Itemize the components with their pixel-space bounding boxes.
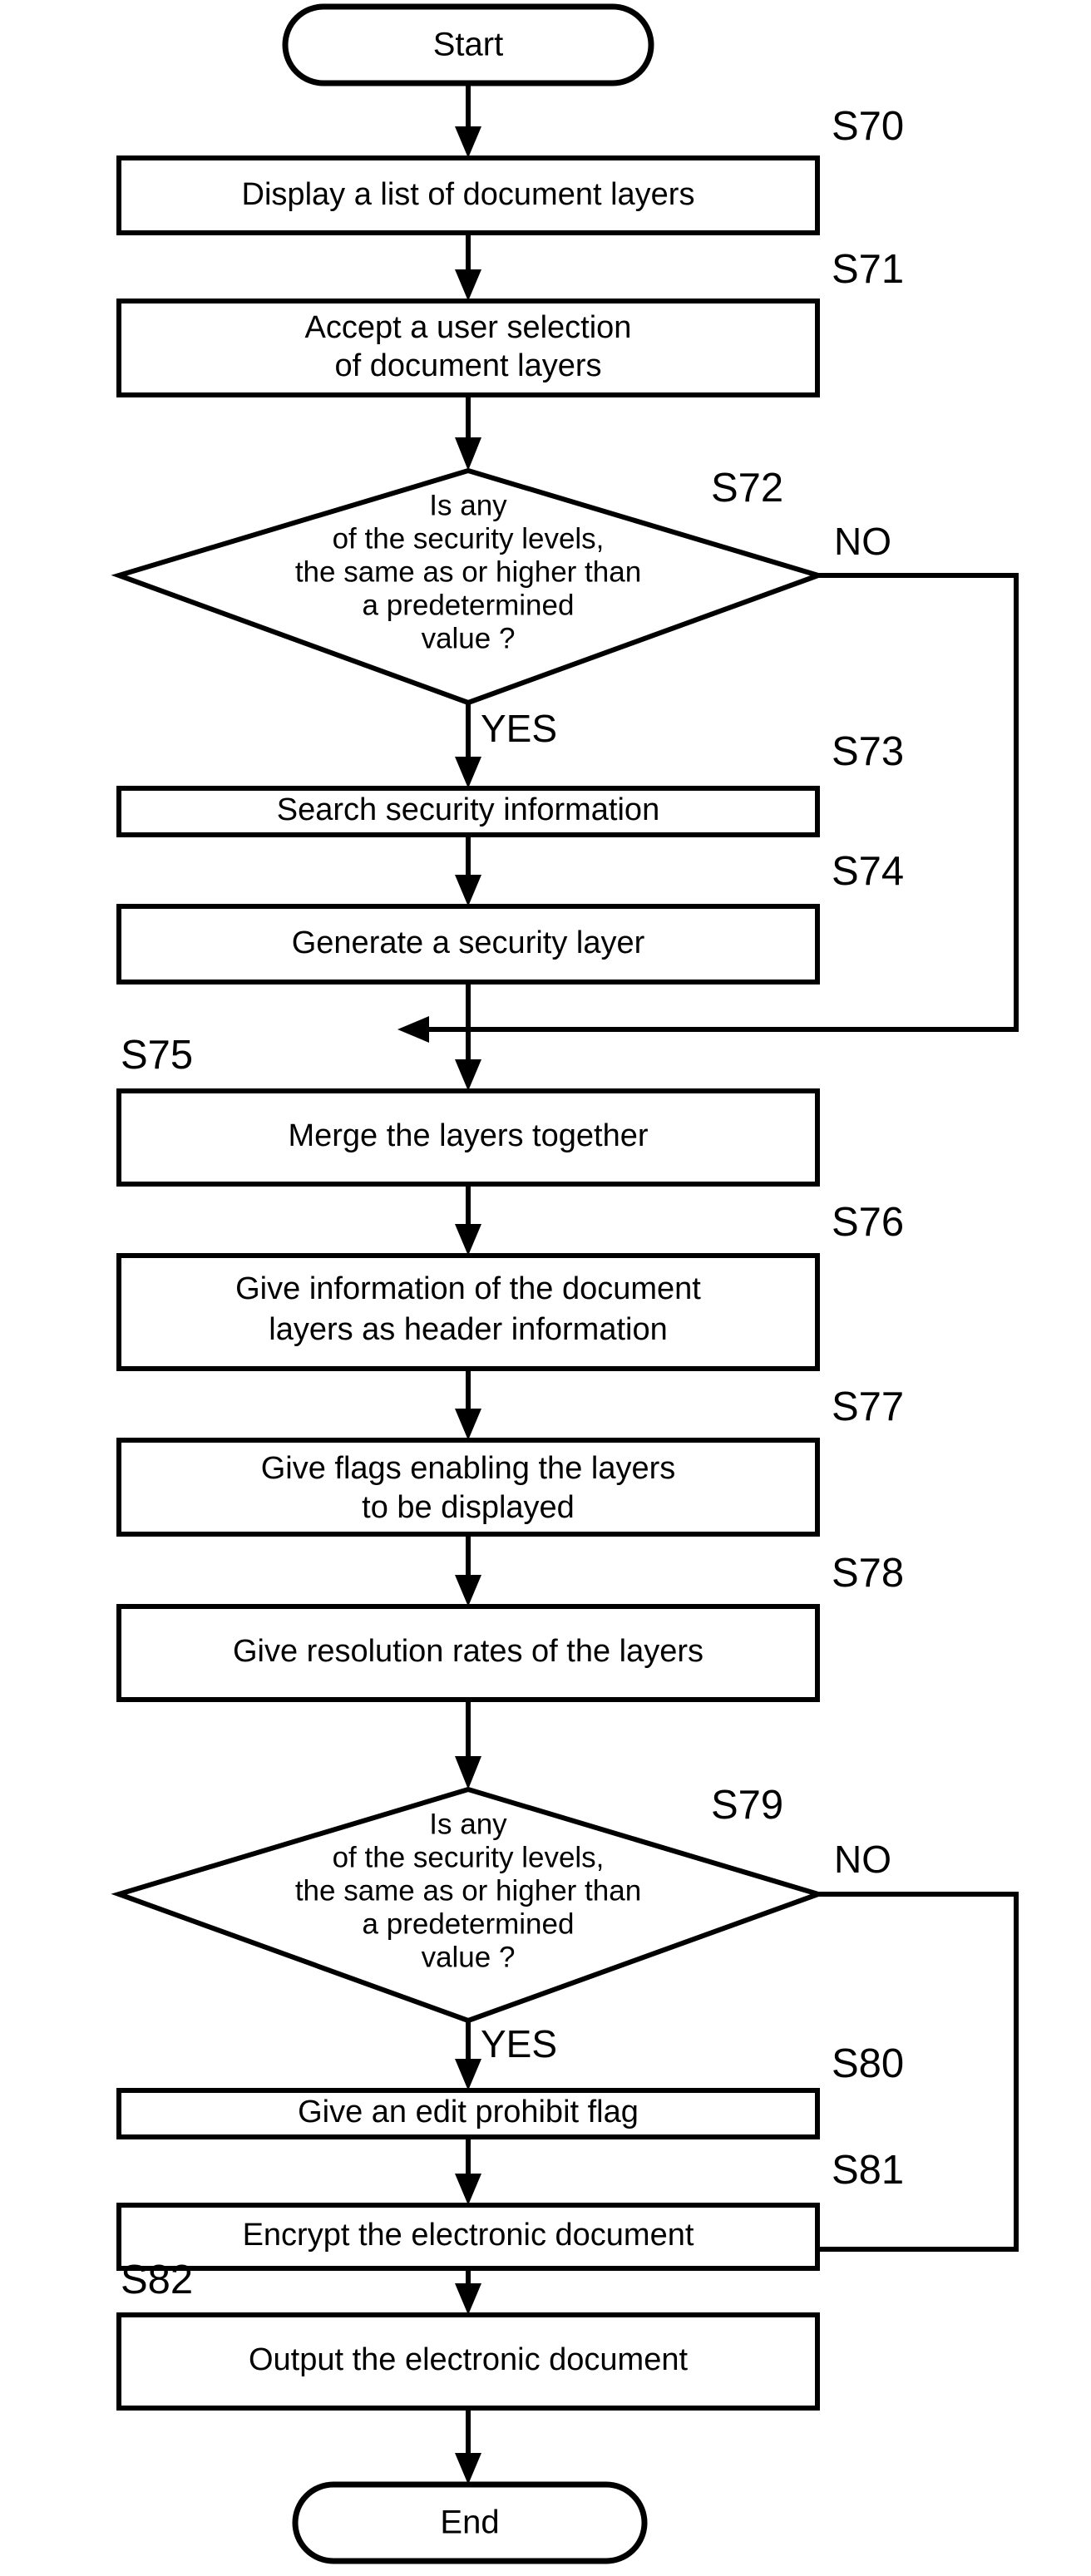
step-label-s74: S74 — [832, 849, 904, 894]
node-s76[interactable]: Give information of the document layers … — [116, 1253, 820, 1371]
s81-text-line-1: Encrypt the electronic document — [243, 2218, 694, 2253]
s70-text-line-1: Display a list of document layers — [242, 177, 695, 212]
step-label-s70: S70 — [832, 104, 904, 149]
arrowhead-s80-to-s81 — [455, 2174, 481, 2205]
s77-text-line-1: Give flags enabling the layers — [261, 1451, 676, 1486]
node-s77[interactable]: Give flags enabling the layers to be dis… — [116, 1438, 820, 1537]
step-label-s79: S79 — [711, 1783, 783, 1828]
node-s70[interactable]: Display a list of document layers — [116, 155, 820, 235]
node-end[interactable]: End — [292, 2481, 648, 2564]
node-s73[interactable]: Search security information — [116, 786, 820, 837]
node-start[interactable]: Start — [282, 3, 654, 86]
end-terminal-label: End — [440, 2504, 499, 2541]
step-label-s75: S75 — [121, 1033, 193, 1078]
s72-text-line-2: of the security levels, — [333, 522, 605, 555]
start-terminal-label: Start — [433, 27, 503, 63]
branch-label-no-s79: NO — [834, 1838, 891, 1881]
s74-text-line-1: Generate a security layer — [292, 925, 645, 960]
s79-text-line-3: the same as or higher than — [295, 1874, 641, 1907]
node-s75[interactable]: Merge the layers together — [116, 1088, 820, 1187]
arrowhead-s70-to-s71 — [455, 269, 481, 301]
s72-text-line-5: value ? — [422, 622, 516, 654]
step-label-s80: S80 — [832, 2041, 904, 2086]
arrowhead-s81-to-s82 — [455, 2283, 481, 2315]
s82-text-line-1: Output the electronic document — [249, 2342, 689, 2377]
s79-text-line-2: of the security levels, — [333, 1841, 605, 1873]
arrowhead-s74-to-s75 — [455, 1059, 481, 1091]
s77-text-line-2: to be displayed — [362, 1490, 575, 1525]
step-label-s78: S78 — [832, 1551, 904, 1596]
s80-text-line-1: Give an edit prohibit flag — [298, 2095, 639, 2129]
node-s80[interactable]: Give an edit prohibit flag — [116, 2088, 820, 2139]
s71-text-line-2: of document layers — [334, 348, 601, 383]
s79-text-line-4: a predetermined — [363, 1907, 575, 1940]
node-s81[interactable]: Encrypt the electronic document — [116, 2203, 820, 2271]
arrowhead-s76-to-s77 — [455, 1409, 481, 1440]
arrowhead-s82-to-end — [455, 2453, 481, 2485]
s72-text-line-1: Is any — [429, 489, 507, 521]
step-label-s72: S72 — [711, 466, 783, 511]
arrowhead-s79-yes-to-s80 — [455, 2059, 481, 2090]
step-label-s77: S77 — [832, 1384, 904, 1429]
s79-text-line-1: Is any — [429, 1808, 507, 1840]
branch-label-yes-s79: YES — [481, 2022, 557, 2065]
arrowhead-s72-no-merge — [397, 1016, 429, 1043]
s78-text-line-1: Give resolution rates of the layers — [233, 1634, 703, 1669]
arrowhead-s77-to-s78 — [455, 1575, 481, 1606]
step-label-s71: S71 — [832, 247, 904, 292]
node-s78[interactable]: Give resolution rates of the layers — [116, 1604, 820, 1702]
s71-text-line-1: Accept a user selection — [305, 310, 632, 345]
arrowhead-s78-to-s79 — [455, 1756, 481, 1789]
arrowhead-start-to-s70 — [455, 126, 481, 158]
node-s71[interactable]: Accept a user selection of document laye… — [116, 299, 820, 397]
arrowhead-s71-to-s72 — [455, 437, 481, 471]
s73-text-line-1: Search security information — [277, 792, 659, 827]
flowchart-canvas: Start Display a list of document layers … — [0, 0, 1091, 2576]
s76-text-line-2: layers as header information — [269, 1312, 667, 1347]
node-s74[interactable]: Generate a security layer — [116, 904, 820, 985]
node-s82[interactable]: Output the electronic document — [116, 2312, 820, 2411]
s76-text-line-1: Give information of the document — [235, 1271, 701, 1306]
s75-text-line-1: Merge the layers together — [288, 1118, 648, 1153]
step-label-s82: S82 — [121, 2258, 193, 2302]
arrowhead-s72-yes-to-s73 — [455, 757, 481, 788]
step-label-s73: S73 — [832, 729, 904, 774]
s72-text-line-4: a predetermined — [363, 589, 575, 621]
flowchart-svg: Start Display a list of document layers … — [111, 3, 1019, 2564]
branch-label-no-s72: NO — [834, 520, 891, 563]
step-label-s76: S76 — [832, 1200, 904, 1245]
s72-text-line-3: the same as or higher than — [295, 555, 641, 588]
arrowhead-s75-to-s76 — [455, 1224, 481, 1256]
arrowhead-s73-to-s74 — [455, 875, 481, 906]
branch-label-yes-s72: YES — [481, 707, 557, 750]
s79-text-line-5: value ? — [422, 1941, 516, 1973]
step-label-s81: S81 — [832, 2148, 904, 2193]
